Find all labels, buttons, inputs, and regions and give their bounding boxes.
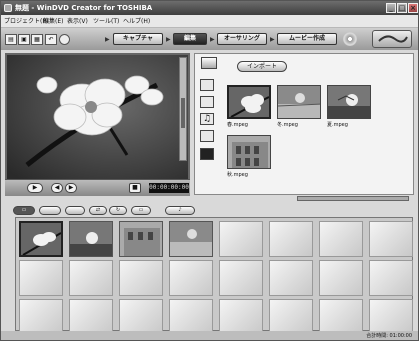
library-clip-winter[interactable] <box>277 85 321 119</box>
storyboard-cell[interactable] <box>69 260 113 296</box>
maximize-button[interactable]: □ <box>397 3 407 13</box>
transition-icon[interactable] <box>200 130 214 142</box>
storyboard-cell[interactable] <box>319 221 363 257</box>
cell-thumbnail <box>120 222 162 256</box>
mode-authoring-button[interactable]: オーサリング <box>217 33 267 45</box>
video-preview <box>5 53 190 195</box>
preview-frame <box>7 55 188 179</box>
new-project-icon[interactable]: ▤ <box>5 34 17 45</box>
storyboard-cell-sunset[interactable] <box>69 221 113 257</box>
arrow-icon: ▶ <box>166 36 171 43</box>
playback-controls: ▶ ◀ ▶ ■ 00:00:00:00 <box>5 179 190 196</box>
import-button[interactable]: インポート <box>237 61 287 72</box>
menu-edit[interactable]: 編集(E) <box>43 16 63 25</box>
disc-icon <box>343 32 357 46</box>
timecode-display: 00:00:00:00 <box>149 183 189 193</box>
menu-help[interactable]: ヘルプ(H) <box>123 16 150 25</box>
mode-movie-button[interactable]: ムービー作成 <box>277 33 337 45</box>
storyboard-cell[interactable] <box>219 299 263 335</box>
storyboard-cell[interactable] <box>369 299 413 335</box>
storyboard-cell[interactable] <box>269 221 313 257</box>
text-button[interactable]: ▭ <box>131 206 151 215</box>
trim-button[interactable]: ↻ <box>109 206 127 215</box>
menu-project[interactable]: プロジェクト(P) <box>4 16 48 25</box>
menu-tools[interactable]: ツール(T) <box>93 16 119 25</box>
close-button[interactable]: × <box>408 3 418 13</box>
redo-icon[interactable] <box>59 34 70 45</box>
minimize-button[interactable]: _ <box>386 3 396 13</box>
clip-label: 夏.mpeg <box>327 122 348 128</box>
cell-thumbnail <box>170 222 212 256</box>
timeline-view-button[interactable] <box>39 206 61 215</box>
library-clip-summer[interactable] <box>327 85 371 119</box>
next-frame-button[interactable]: ▶ <box>65 183 77 193</box>
storyboard-cell-winter[interactable] <box>169 221 213 257</box>
storyboard-cell[interactable] <box>119 299 163 335</box>
storyboard-cell[interactable] <box>19 299 63 335</box>
library-clip-spring[interactable] <box>227 85 271 119</box>
storyboard-cell[interactable] <box>19 260 63 296</box>
storyboard-cell-building[interactable] <box>119 221 163 257</box>
save-project-icon[interactable]: ▦ <box>31 34 43 45</box>
arrow-icon: ▶ <box>105 36 110 43</box>
folder-icon[interactable] <box>201 57 217 69</box>
audio-button[interactable]: ♪ <box>165 206 195 215</box>
image-clips-icon[interactable] <box>200 96 214 108</box>
clip-label: 春.mpeg <box>227 122 248 128</box>
mode-capture-button[interactable]: キャプチャ <box>113 33 163 45</box>
storyboard-cell[interactable] <box>69 299 113 335</box>
window-title: 無題 - WinDVD Creator for TOSHIBA <box>15 4 153 12</box>
library-clip-autumn[interactable] <box>227 135 271 169</box>
storyboard-cell[interactable] <box>269 260 313 296</box>
camera-icon[interactable]: ■ <box>129 183 141 193</box>
storyboard-cell[interactable] <box>169 260 213 296</box>
storyboard-view-button[interactable]: ▭ <box>13 206 35 215</box>
clip-thumbnail <box>278 86 320 118</box>
storyboard-cell[interactable] <box>219 260 263 296</box>
clip-thumbnail <box>328 86 370 118</box>
storyboard-cell-blossom[interactable] <box>19 221 63 257</box>
app-icon <box>4 4 12 12</box>
split-button[interactable] <box>65 206 85 215</box>
music-icon[interactable]: ♫ <box>200 113 214 125</box>
storyboard-cell[interactable] <box>319 260 363 296</box>
storyboard-cell[interactable] <box>369 221 413 257</box>
storyboard-cell[interactable] <box>269 299 313 335</box>
arrow-icon: ▶ <box>270 36 275 43</box>
menu-view[interactable]: 表示(V) <box>67 16 88 25</box>
scroll-thumb[interactable] <box>181 98 185 128</box>
effect-button[interactable]: ⇄ <box>89 206 107 215</box>
clip-label: 秋.mpeg <box>227 172 248 178</box>
storyboard-cell[interactable] <box>319 299 363 335</box>
storyboard-cell[interactable] <box>119 260 163 296</box>
clip-thumbnail <box>229 87 269 117</box>
title-bar[interactable]: 無題 - WinDVD Creator for TOSHIBA _ □ × <box>1 1 418 15</box>
arrow-icon: ▶ <box>210 36 215 43</box>
cell-thumbnail <box>21 223 61 255</box>
mode-edit-button[interactable]: 編集 <box>173 33 207 45</box>
title-text-icon[interactable] <box>200 148 214 160</box>
clip-label: 冬.mpeg <box>277 122 298 128</box>
brand-logo <box>372 30 412 48</box>
video-clips-icon[interactable] <box>200 79 214 91</box>
open-project-icon[interactable]: ▣ <box>18 34 30 45</box>
progress-bar <box>297 196 409 201</box>
play-button[interactable]: ▶ <box>27 183 43 193</box>
cell-thumbnail <box>70 222 112 256</box>
app-window: 無題 - WinDVD Creator for TOSHIBA _ □ × プロ… <box>0 0 419 341</box>
menu-bar: プロジェクト(P) 編集(E) 表示(V) ツール(T) ヘルプ(H) <box>1 15 418 28</box>
total-time-label: 合計時間: 01:00:00 <box>366 333 412 339</box>
storyboard-cell[interactable] <box>169 299 213 335</box>
undo-icon[interactable]: ↶ <box>45 34 57 45</box>
storyboard-cell[interactable] <box>219 221 263 257</box>
main-toolbar: ▤ ▣ ▦ ↶ ▶ キャプチャ ▶ 編集 ▶ オーサリング ▶ ムービー作成 <box>1 28 418 50</box>
clip-thumbnail <box>228 136 270 168</box>
preview-scrollbar[interactable] <box>179 57 187 161</box>
status-bar: 合計時間: 01:00:00 <box>1 331 418 340</box>
storyboard <box>15 217 413 335</box>
storyboard-cell[interactable] <box>369 260 413 296</box>
prev-frame-button[interactable]: ◀ <box>51 183 63 193</box>
